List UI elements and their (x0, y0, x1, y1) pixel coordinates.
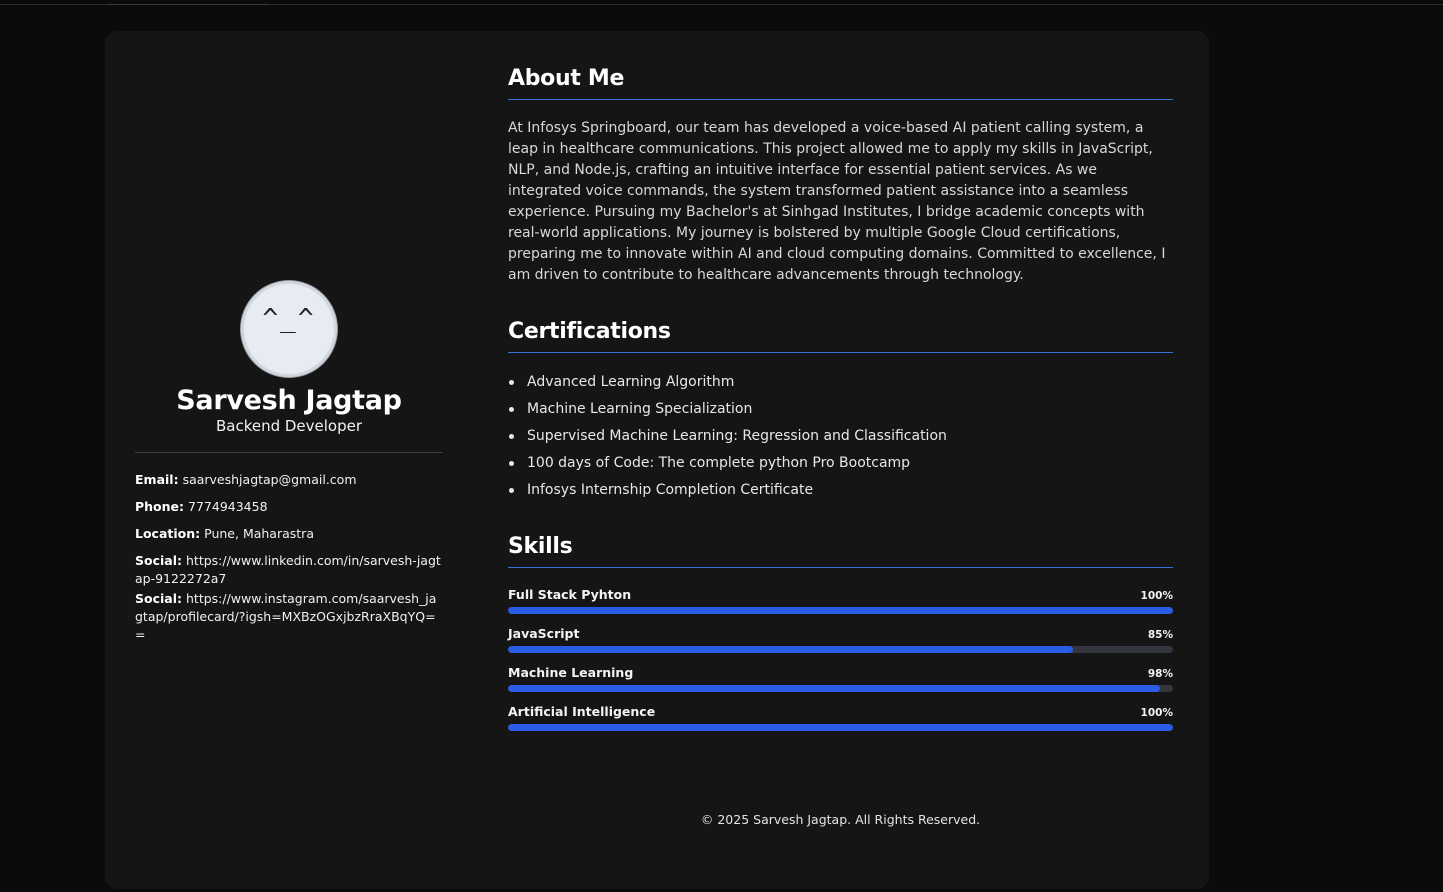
about-section: About Me At Infosys Springboard, our tea… (508, 66, 1173, 286)
contact-social-label: Social: (135, 591, 183, 606)
contact-email-value[interactable]: saarveshjagtap@gmail.com (183, 472, 357, 487)
skill-item: Full Stack Pyhton 100% (508, 586, 1173, 614)
avatar: ^_^ (241, 281, 337, 377)
skill-item: JavaScript 85% (508, 625, 1173, 653)
contact-social-label: Social: (135, 553, 183, 568)
list-item: Machine Learning Specialization (508, 396, 1173, 423)
skill-progress-fill (508, 724, 1173, 731)
contact-phone: Phone: 7774943458 (135, 498, 443, 516)
list-item: Advanced Learning Algorithm (508, 369, 1173, 396)
contact-location-value: Pune, Maharastra (204, 526, 314, 541)
contact-email: Email: saarveshjagtap@gmail.com (135, 471, 443, 489)
contact-location-label: Location: (135, 526, 201, 541)
contact-phone-label: Phone: (135, 499, 185, 514)
contact-email-label: Email: (135, 472, 179, 487)
contact-social-linkedin: Social: https://www.linkedin.com/in/sarv… (135, 552, 443, 588)
profile-sidebar: ^_^ Sarvesh Jagtap Backend Developer Ema… (135, 281, 443, 646)
footer-copyright: © 2025 Sarvesh Jagtap. All Rights Reserv… (700, 812, 981, 827)
skill-item: Machine Learning 98% (508, 664, 1173, 692)
browser-top-edge (0, 0, 1443, 5)
skills-section: Skills Full Stack Pyhton 100% JavaScript… (508, 534, 1173, 731)
skill-name: Machine Learning (508, 665, 634, 680)
skill-percent: 100% (1140, 590, 1173, 602)
contact-phone-value: 7774943458 (188, 499, 268, 514)
skill-progress-fill (508, 607, 1173, 614)
skills-list: Full Stack Pyhton 100% JavaScript 85% Ma… (508, 586, 1173, 731)
portfolio-card: ^_^ Sarvesh Jagtap Backend Developer Ema… (105, 31, 1209, 889)
profile-name: Sarvesh Jagtap (176, 385, 402, 416)
skill-percent: 85% (1147, 629, 1173, 641)
certifications-list: Advanced Learning Algorithm Machine Lear… (508, 369, 1173, 504)
skill-percent: 98% (1147, 668, 1173, 680)
list-item: Infosys Internship Completion Certificat… (508, 477, 1173, 504)
tab-strip-hint (108, 0, 268, 5)
list-item: 100 days of Code: The complete python Pr… (508, 450, 1173, 477)
skill-progress-fill (508, 685, 1160, 692)
about-text: At Infosys Springboard, our team has dev… (508, 120, 1166, 283)
contact-location: Location: Pune, Maharastra (135, 525, 443, 543)
contact-list: Email: saarveshjagtap@gmail.com Phone: 7… (135, 471, 443, 644)
skill-percent: 100% (1140, 707, 1173, 719)
skill-item: Artificial Intelligence 100% (508, 703, 1173, 731)
list-item: Supervised Machine Learning: Regression … (508, 423, 1173, 450)
skill-progress-bar (508, 607, 1173, 614)
about-heading: About Me (508, 66, 1173, 100)
skill-name: JavaScript (508, 626, 580, 641)
profile-divider (135, 452, 443, 453)
certifications-section: Certifications Advanced Learning Algorit… (508, 319, 1173, 504)
skill-name: Artificial Intelligence (508, 704, 656, 719)
certifications-heading: Certifications (508, 319, 1173, 353)
skill-progress-bar (508, 685, 1173, 692)
main-content: About Me At Infosys Springboard, our tea… (508, 66, 1173, 742)
skills-heading: Skills (508, 534, 1173, 568)
contact-social-instagram: Social: https://www.instagram.com/saarve… (135, 590, 443, 644)
skill-name: Full Stack Pyhton (508, 587, 632, 602)
skill-progress-bar (508, 646, 1173, 653)
skill-progress-bar (508, 724, 1173, 731)
avatar-face: ^_^ (262, 304, 316, 334)
profile-role: Backend Developer (215, 417, 363, 435)
skill-progress-fill (508, 646, 1074, 653)
